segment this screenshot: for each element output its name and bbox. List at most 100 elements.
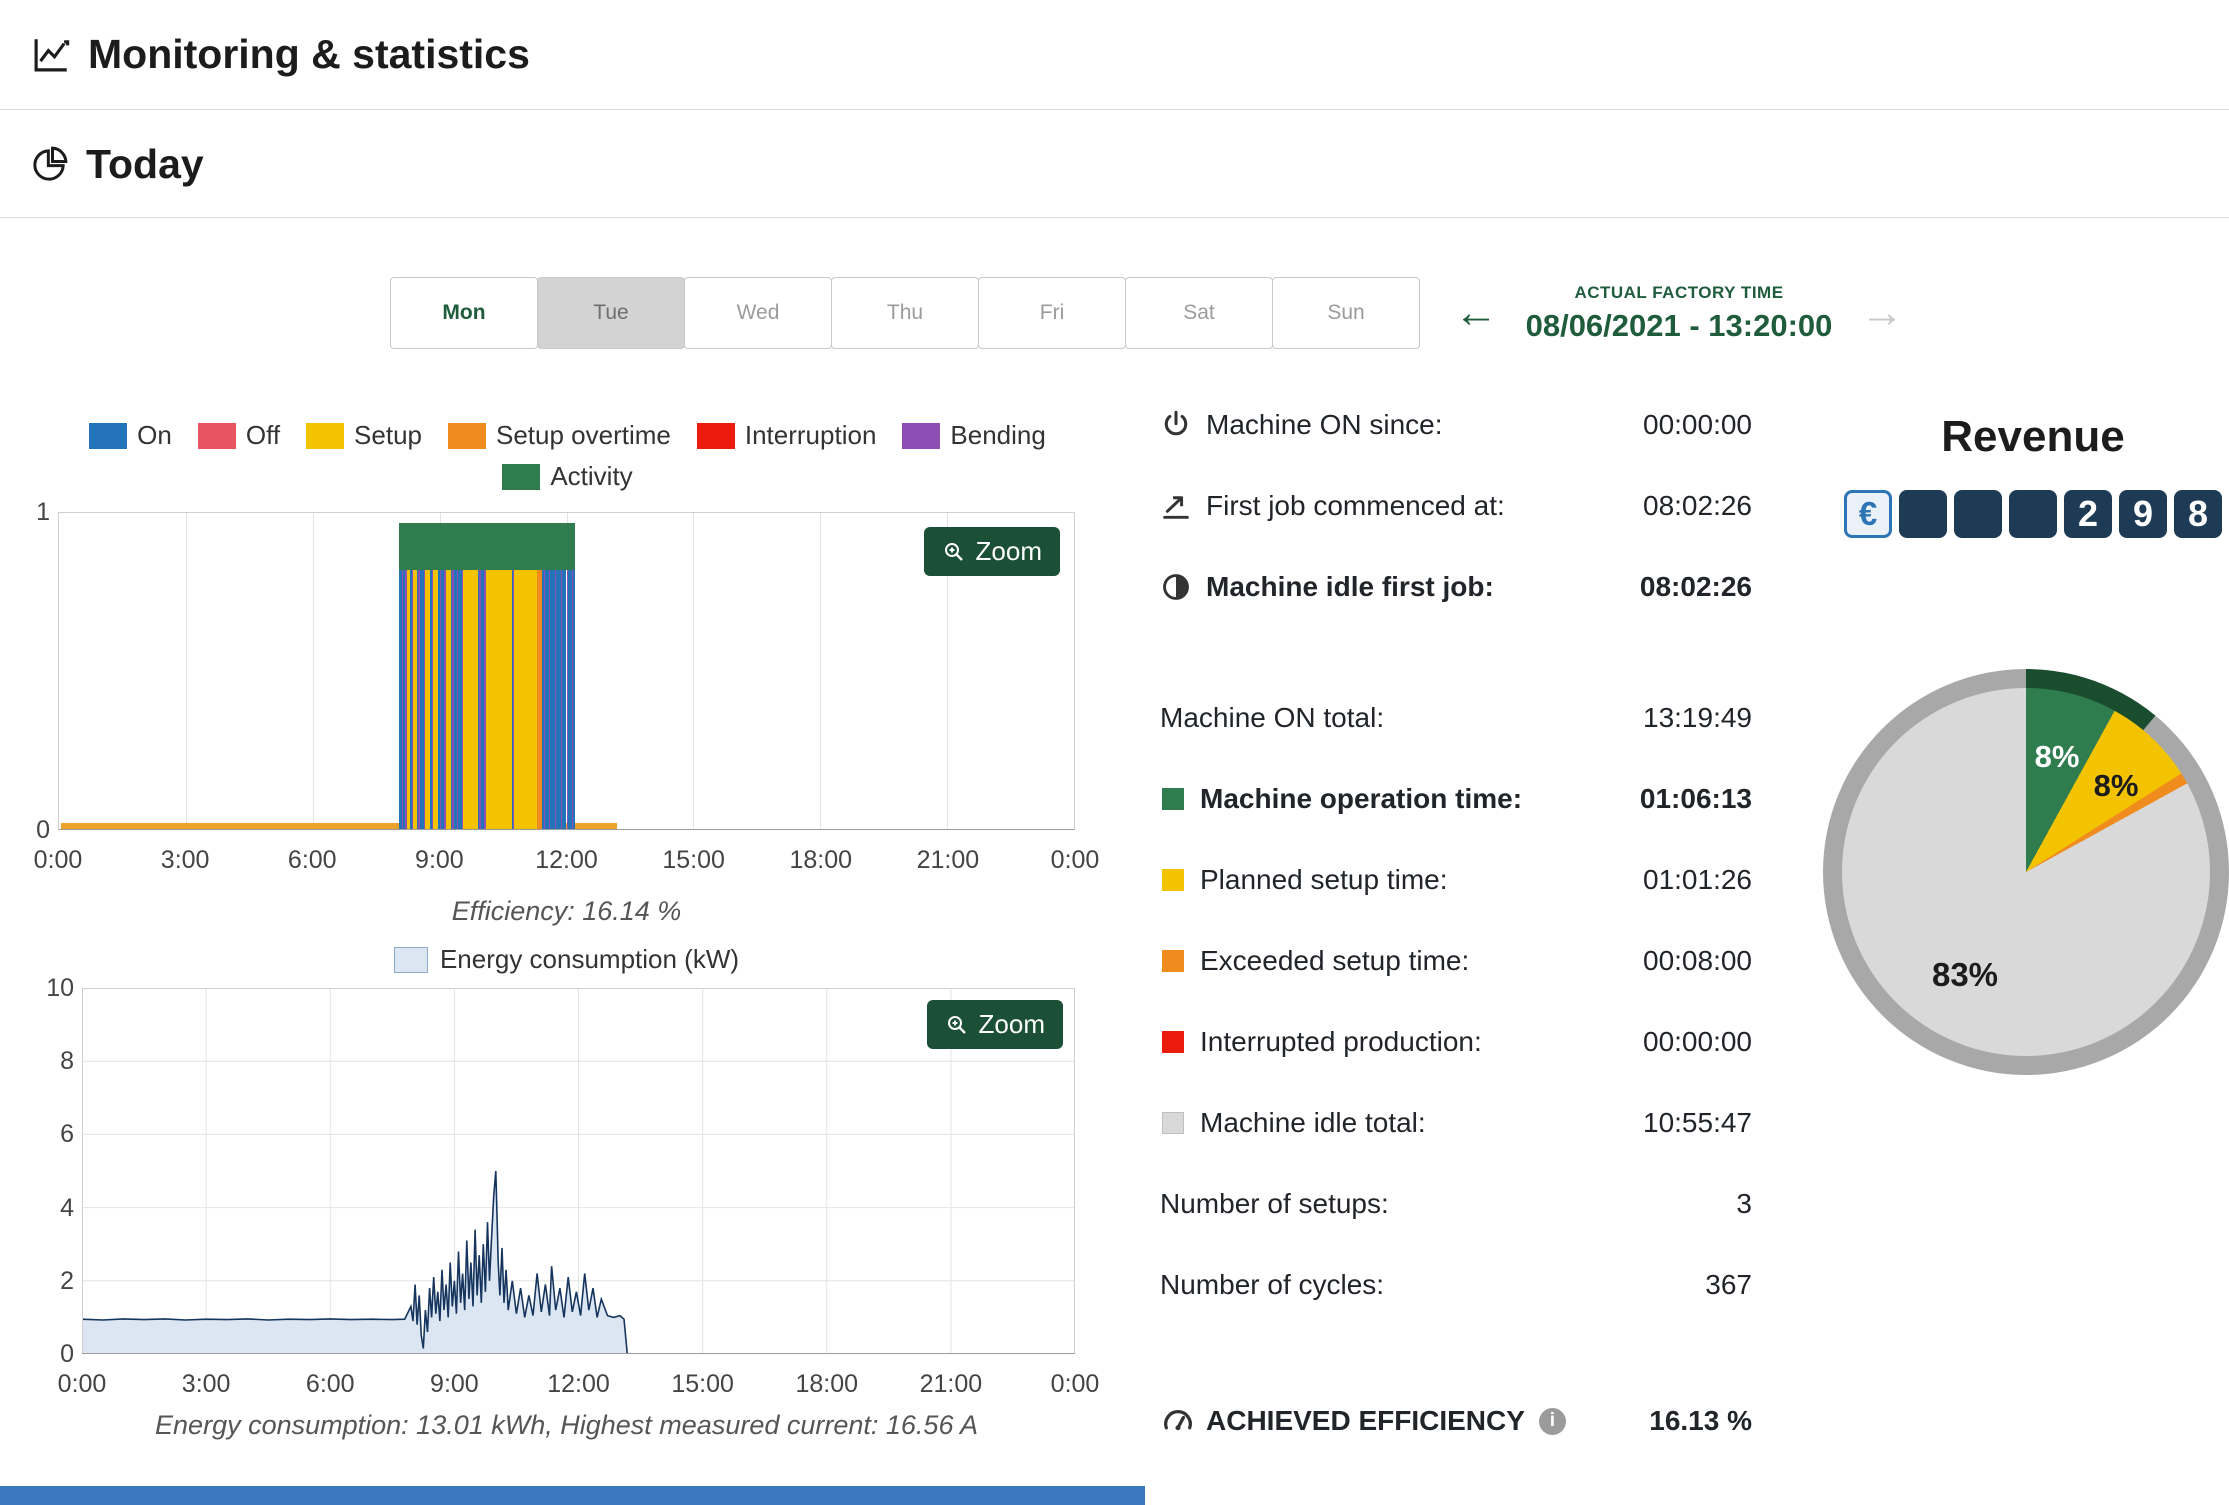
- takeoff-icon: [1160, 490, 1206, 522]
- x-tick-label: 12:00: [547, 1370, 610, 1398]
- gridline: [312, 513, 314, 829]
- x-tick-label: 6:00: [305, 1370, 355, 1398]
- legend-label: Setup: [354, 420, 422, 450]
- x-tick-label: 9:00: [430, 1370, 479, 1398]
- stat-label: Planned setup time:: [1200, 863, 1448, 895]
- activity-legend: On Off Setup Setup overtime Interruption Bend…: [60, 420, 1075, 492]
- legend-item-activity: Activity: [502, 461, 633, 492]
- pie-label-setup: 8%: [2093, 768, 2139, 803]
- activity-x-axis: 0:00 3:00 6:00 9:00 12:00 15:00 18:00 21:00 0:00: [34, 846, 1100, 878]
- day-tab-fri[interactable]: Fri: [978, 277, 1126, 349]
- legend-row-1: On Off Setup Setup overtime Interruption Bend…: [60, 420, 1075, 451]
- x-tick-label: 6:00: [287, 846, 337, 874]
- x-tick-label: 0:00: [1050, 1370, 1100, 1398]
- legend-label: Setup overtime: [496, 420, 671, 450]
- stat-row: Number of cycles: 367: [1160, 1244, 1752, 1325]
- revenue-digit-3: 2: [2064, 490, 2112, 538]
- activity-zoom-button[interactable]: Zoom: [923, 527, 1060, 576]
- y-tick-label: 10: [46, 974, 74, 1002]
- stat-label: Machine operation time:: [1200, 782, 1523, 814]
- energy-area: [82, 1171, 628, 1354]
- revenue-digit-1: [1954, 490, 2002, 538]
- stat-label: Exceeded setup time:: [1200, 944, 1470, 976]
- stat-row: First job commenced at: 08:02:26: [1160, 465, 1752, 546]
- stat-label: Number of setups:: [1160, 1187, 1389, 1219]
- idle-swatch: [1162, 1111, 1184, 1134]
- zoom-button-label: Zoom: [978, 1009, 1045, 1039]
- x-tick-label: 21:00: [919, 1370, 983, 1398]
- activity-segment: [486, 569, 512, 829]
- power-icon: [1160, 409, 1206, 441]
- stats-panel: Machine ON since: 00:00:00 First job comme…: [1160, 384, 1752, 1325]
- legend-item-interruption: Interruption: [696, 420, 876, 451]
- magnifier-plus-icon: [947, 1015, 966, 1034]
- day-tab-thu[interactable]: Thu: [831, 277, 979, 349]
- x-tick-label: 3:00: [181, 1370, 231, 1398]
- stat-value: 08:02:26: [1643, 489, 1752, 521]
- setup-swatch: [1162, 868, 1184, 891]
- stat-label: Number of cycles:: [1160, 1268, 1385, 1300]
- energy-y-axis: 0 2 4 6 8 10: [30, 974, 74, 1368]
- stat-row: Machine operation time: 01:06:13: [1160, 758, 1752, 839]
- revenue-digit-4: 9: [2119, 490, 2167, 538]
- energy-legend: Energy consumption (kW): [58, 944, 1075, 975]
- activity-swatch: [1162, 787, 1184, 810]
- activity-segment: [573, 569, 575, 829]
- revenue-counter: €2 9 8: [1833, 490, 2229, 538]
- footer-blue-strip: [0, 1486, 1145, 1505]
- stat-value: 00:08:00: [1643, 944, 1752, 976]
- pie-chart: [1842, 688, 2210, 1056]
- day-tab-sun[interactable]: Sun: [1272, 277, 1420, 349]
- gridline: [820, 513, 822, 829]
- stat-value: 01:06:13: [1639, 782, 1752, 814]
- revenue-panel: Revenue €2 9 8: [1833, 412, 2229, 538]
- day-tab-tue[interactable]: Tue: [537, 277, 685, 349]
- x-tick-label: 18:00: [795, 1370, 859, 1398]
- x-tick-label: 3:00: [160, 846, 210, 874]
- activity-segment: [514, 569, 537, 829]
- stat-value: 00:00:00: [1643, 408, 1752, 440]
- stat-row: Machine ON since: 00:00:00: [1160, 384, 1752, 465]
- gauge-icon: [1160, 1403, 1206, 1439]
- page-title: Monitoring & statistics: [88, 31, 530, 77]
- time-distribution-pie: 8% 8% 83%: [1823, 669, 2229, 1075]
- y-tick-label: 2: [60, 1266, 74, 1295]
- y-tick-label: 8: [60, 1047, 74, 1076]
- legend-item-overtime: Setup overtime: [448, 420, 671, 451]
- achieved-efficiency-row: ACHIEVED EFFICIENCY i 16.13 %: [1160, 1388, 1752, 1454]
- section-title: Today: [86, 140, 204, 187]
- legend-item-on: On: [89, 420, 172, 451]
- stat-row: Planned setup time: 01:01:26: [1160, 839, 1752, 920]
- legend-label: Off: [245, 420, 281, 450]
- energy-caption: Energy consumption: 13.01 kWh, Highest m…: [155, 1410, 978, 1440]
- legend-item-bending: Bending: [902, 420, 1046, 451]
- pie-chart-icon: [30, 144, 70, 184]
- day-tab-wed[interactable]: Wed: [684, 277, 832, 349]
- next-day-arrow-icon[interactable]: →: [1860, 291, 1904, 335]
- stat-row: Number of setups: 3: [1160, 1163, 1752, 1244]
- x-tick-label: 0:00: [57, 1370, 107, 1398]
- day-tab-sat[interactable]: Sat: [1125, 277, 1273, 349]
- info-icon[interactable]: i: [1538, 1407, 1566, 1435]
- gridline: [185, 513, 187, 829]
- stat-label: Machine ON since:: [1206, 408, 1443, 440]
- pie-label-idle: 83%: [1931, 956, 1999, 993]
- legend-label: Bending: [950, 420, 1046, 450]
- prev-day-arrow-icon[interactable]: ←: [1454, 291, 1498, 335]
- day-tab-mon[interactable]: Mon: [390, 277, 538, 349]
- efficiency-caption: Efficiency: 16.14 %: [451, 896, 682, 926]
- stat-value: 01:01:26: [1643, 863, 1752, 895]
- revenue-digit-2: [2009, 490, 2057, 538]
- x-tick-label: 0:00: [1050, 846, 1100, 874]
- zoom-button-label: Zoom: [975, 536, 1042, 566]
- x-tick-label: 18:00: [789, 846, 853, 874]
- legend-swatch-overtime: [448, 422, 486, 449]
- y-tick-label: 1: [36, 498, 50, 526]
- energy-legend-label: Energy consumption (kW): [439, 944, 740, 974]
- factory-time-nav: ← ACTUAL FACTORY TIME 08/06/2021 - 13:20…: [1454, 283, 1904, 344]
- legend-label: Activity: [550, 461, 633, 491]
- stat-row: Machine ON total: 13:19:49: [1160, 677, 1752, 758]
- energy-zoom-button[interactable]: Zoom: [926, 1000, 1063, 1049]
- legend-item-setup: Setup: [306, 420, 422, 451]
- monitoring-page: Monitoring & statistics Today Mon Tue Wed T…: [0, 0, 2229, 1505]
